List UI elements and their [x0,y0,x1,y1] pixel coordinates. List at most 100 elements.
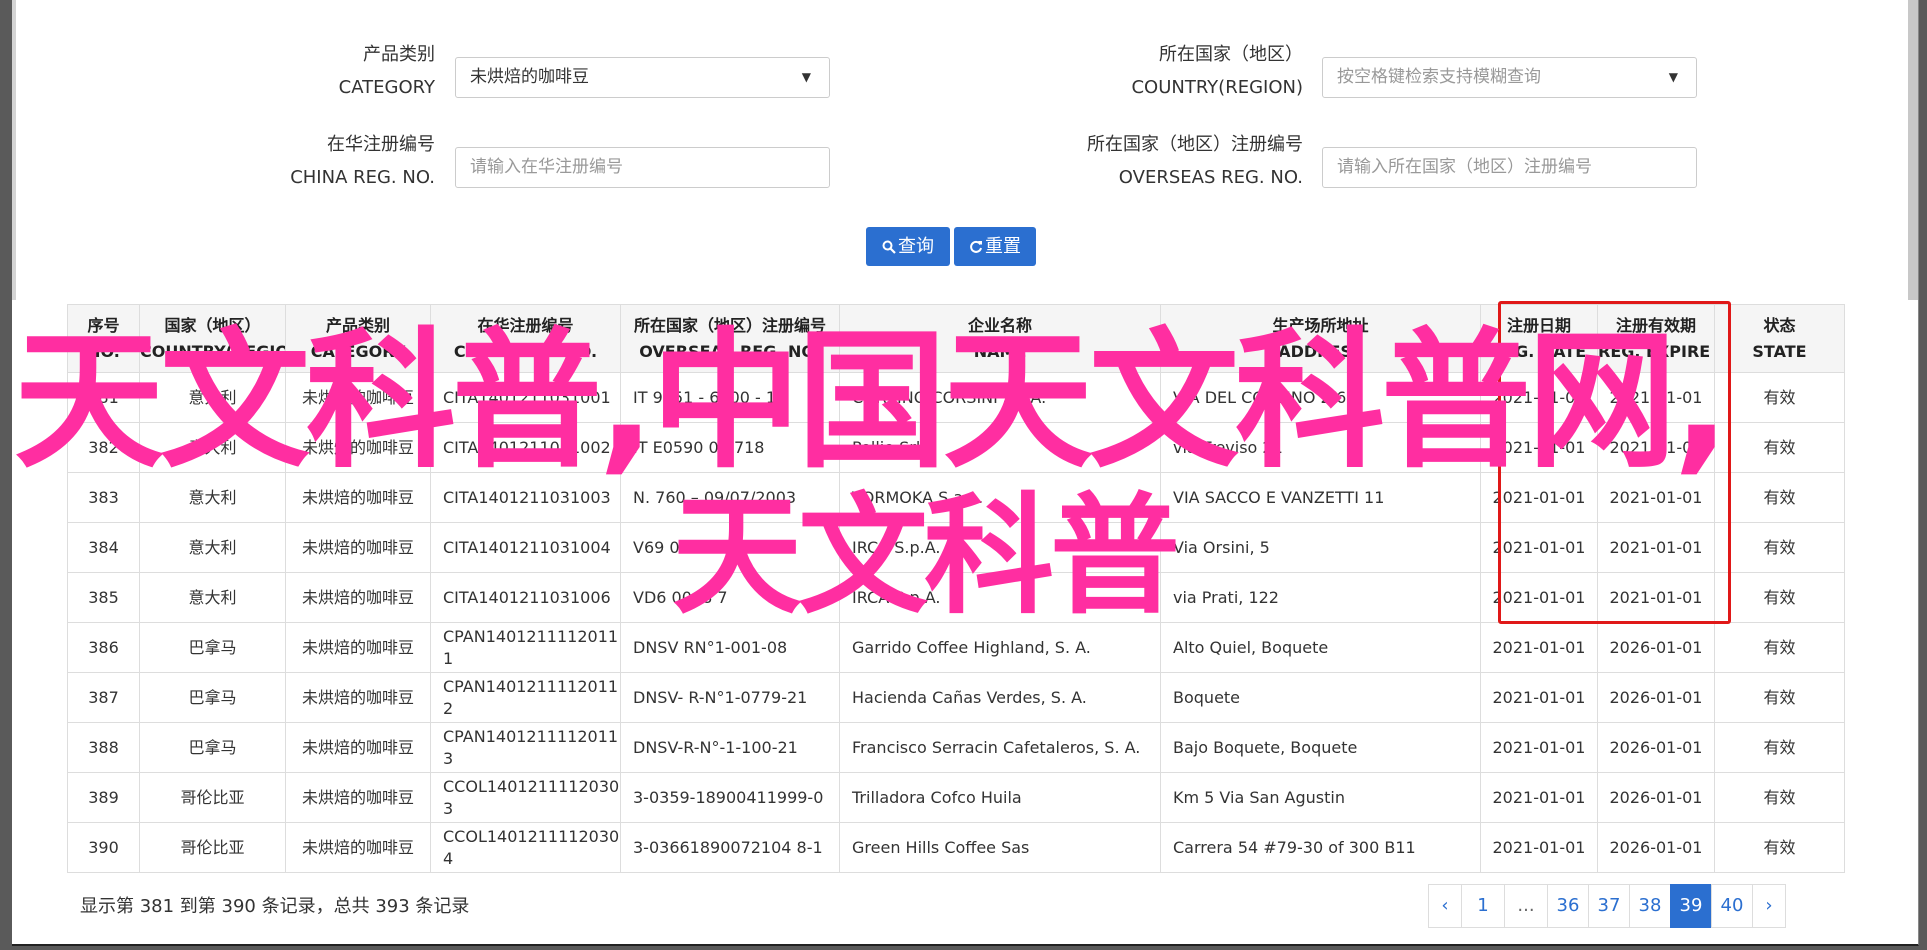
reg-expire-cell: 2026-01-01 [1597,772,1715,823]
overseas-reg-input[interactable]: 请输入所在国家（地区）注册编号 [1322,147,1697,188]
column-header[interactable]: 序号 NO. [67,304,140,373]
address-cell: Carrera 54 #79-30 of 300 B11 [1160,822,1481,873]
results-table: 序号NO.国家（地区）COUNTRY(REGIO...产品类别CATEGORY在… [67,304,1845,873]
column-header[interactable]: 企业名称 NAME [839,304,1161,373]
reg-expire-cell: 2026-01-01 [1597,822,1715,873]
column-header[interactable]: 注册有效期REG. EXPIRE ... [1597,304,1715,373]
pagination: ‹ 1... 36 37 38 39 40 › [1428,884,1786,928]
reg-expire-cell: 2026-01-01 [1597,722,1715,773]
china-reg-cell: CITA1401211031002 [430,422,621,473]
country-cell: 巴拿马 [139,672,286,723]
table-row[interactable]: 382 意大利 未烘焙的咖啡豆 CITA1401211031002 IT E0590 0… [67,422,1845,473]
page-button-1[interactable]: 1 [1461,884,1505,928]
address-cell: Boquete [1160,672,1481,723]
reg-expire-cell: 2026-01-01 [1597,622,1715,673]
chevron-down-icon: ▼ [1668,70,1678,84]
page-button-40[interactable]: 40 [1711,884,1753,928]
reg-date-cell: 2021-01-01 [1480,422,1598,473]
table-row[interactable]: 385 意大利 未烘焙的咖啡豆 CITA1401211031006 VD6 0008 7… [67,572,1845,623]
refresh-icon [970,240,982,253]
page-button-36[interactable]: 36 [1547,884,1589,928]
name-cell: IRCA S.p.A. [839,522,1161,573]
state-cell: 有效 [1714,822,1845,873]
page-button-37[interactable]: 37 [1588,884,1630,928]
row-number: 388 [67,722,140,773]
column-header[interactable]: 生产场所地址 ADDRESS [1160,304,1481,373]
category-cell: 未烘焙的咖啡豆 [285,422,431,473]
column-header[interactable]: 在华注册编号 CHINA REG. NO. [430,304,621,373]
reg-expire-cell: 2021-01-01 [1597,472,1715,523]
overseas-reg-cell: VD6 0008 7 [620,572,840,623]
category-cell: 未烘焙的咖啡豆 [285,622,431,673]
name-cell: Trilladora Cofco Huila [839,772,1161,823]
overseas-reg-cell: V69 00 2697 [620,522,840,573]
table-row[interactable]: 390 哥伦比亚 未烘焙的咖啡豆 CCOL14012111120304 3-036618… [67,822,1845,873]
country-cell: 哥伦比亚 [139,772,286,823]
overseas-reg-label: 所在国家（地区）注册编号 OVERSEAS REG. NO. [1087,134,1303,188]
row-number: 387 [67,672,140,723]
category-label: 产品类别 CATEGORY [338,44,435,98]
page-button-38[interactable]: 38 [1629,884,1671,928]
reg-date-cell: 2021-01-01 [1480,772,1598,823]
name-cell: Francisco Serracin Cafetaleros, S. A. [839,722,1161,773]
search-button[interactable]: 查询 [866,227,950,266]
address-cell: Km 5 Via San Agustin [1160,772,1481,823]
row-number: 386 [67,622,140,673]
row-number: 381 [67,372,140,423]
row-number: 383 [67,472,140,523]
column-header[interactable]: 国家（地区）COUNTRY(REGIO... [139,304,286,373]
china-reg-cell: CPAN14012111120111 [430,622,621,673]
row-number: 382 [67,422,140,473]
address-cell: VIA SACCO E VANZETTI 11 [1160,472,1481,523]
table-body: 381 意大利 未烘焙的咖啡豆 CITA1401211031001 IT 9051 - … [67,372,1845,873]
state-cell: 有效 [1714,522,1845,573]
column-header[interactable]: 注册日期 REG. DATE [1480,304,1598,373]
chevron-down-icon: ▼ [801,70,811,84]
name-cell: Pollio Srl [839,422,1161,473]
overseas-reg-cell: DNSV-R-N°-1-100-21 [620,722,840,773]
category-cell: 未烘焙的咖啡豆 [285,472,431,523]
column-header[interactable]: 所在国家（地区）注册编号 OVERSEAS REG. NO. [620,304,840,373]
name-cell: Garrido Coffee Highland, S. A. [839,622,1161,673]
category-select[interactable]: 未烘焙的咖啡豆 ▼ [455,57,830,98]
left-scrollbar[interactable] [12,0,16,300]
country-select-placeholder: 按空格键检索支持模糊查询 [1337,67,1541,87]
country-cell: 意大利 [139,472,286,523]
vertical-scrollbar[interactable] [1908,0,1918,300]
china-reg-cell: CPAN14012111120113 [430,722,621,773]
reg-expire-cell: 2026-01-01 [1597,672,1715,723]
previous-page-button[interactable]: ‹ [1428,884,1462,928]
category-cell: 未烘焙的咖啡豆 [285,822,431,873]
table-row[interactable]: 384 意大利 未烘焙的咖啡豆 CITA1401211031004 V69 00 269… [67,522,1845,573]
category-cell: 未烘焙的咖啡豆 [285,722,431,773]
table-row[interactable]: 389 哥伦比亚 未烘焙的咖啡豆 CCOL14012111120303 3-0359-1… [67,772,1845,823]
overseas-reg-cell: 3-0359-18900411999-0 [620,772,840,823]
country-label: 所在国家（地区） COUNTRY(REGION) [1131,44,1303,98]
reset-button[interactable]: 重置 [954,227,1036,266]
country-cell: 意大利 [139,372,286,423]
column-header[interactable]: 状态 STATE [1714,304,1845,373]
category-select-value: 未烘焙的咖啡豆 [470,67,589,87]
table-row[interactable]: 381 意大利 未烘焙的咖啡豆 CITA1401211031001 IT 9051 - … [67,372,1845,423]
table-row[interactable]: 383 意大利 未烘焙的咖啡豆 CITA1401211031003 N. 760 – 0… [67,472,1845,523]
state-cell: 有效 [1714,722,1845,773]
page-button-39[interactable]: 39 [1670,884,1712,928]
reg-date-cell: 2021-01-01 [1480,522,1598,573]
next-page-button[interactable]: › [1752,884,1786,928]
reg-expire-cell: 2021-01-01 [1597,372,1715,423]
overseas-reg-cell: 3-03661890072104 8-1 [620,822,840,873]
page-ellipsis[interactable]: ... [1504,884,1548,928]
country-select[interactable]: 按空格键检索支持模糊查询 ▼ [1322,57,1697,98]
table-row[interactable]: 387 巴拿马 未烘焙的咖啡豆 CPAN14012111120112 DNSV- R-N… [67,672,1845,723]
country-cell: 哥伦比亚 [139,822,286,873]
column-header[interactable]: 产品类别 CATEGORY [285,304,431,373]
overseas-reg-cell: IT 9051 - 6000 - 1 [620,372,840,423]
china-reg-input[interactable]: 请输入在华注册编号 [455,147,830,188]
address-cell: Via Orsini, 5 [1160,522,1481,573]
table-row[interactable]: 388 巴拿马 未烘焙的咖啡豆 CPAN14012111120113 DNSV-R-N°… [67,722,1845,773]
reg-date-cell: 2021-01-01 [1480,822,1598,873]
category-cell: 未烘焙的咖啡豆 [285,772,431,823]
reg-expire-cell: 2021-01-01 [1597,572,1715,623]
table-row[interactable]: 386 巴拿马 未烘焙的咖啡豆 CPAN14012111120111 DNSV RN°1… [67,622,1845,673]
overseas-reg-cell: IT E0590 0 0718 [620,422,840,473]
